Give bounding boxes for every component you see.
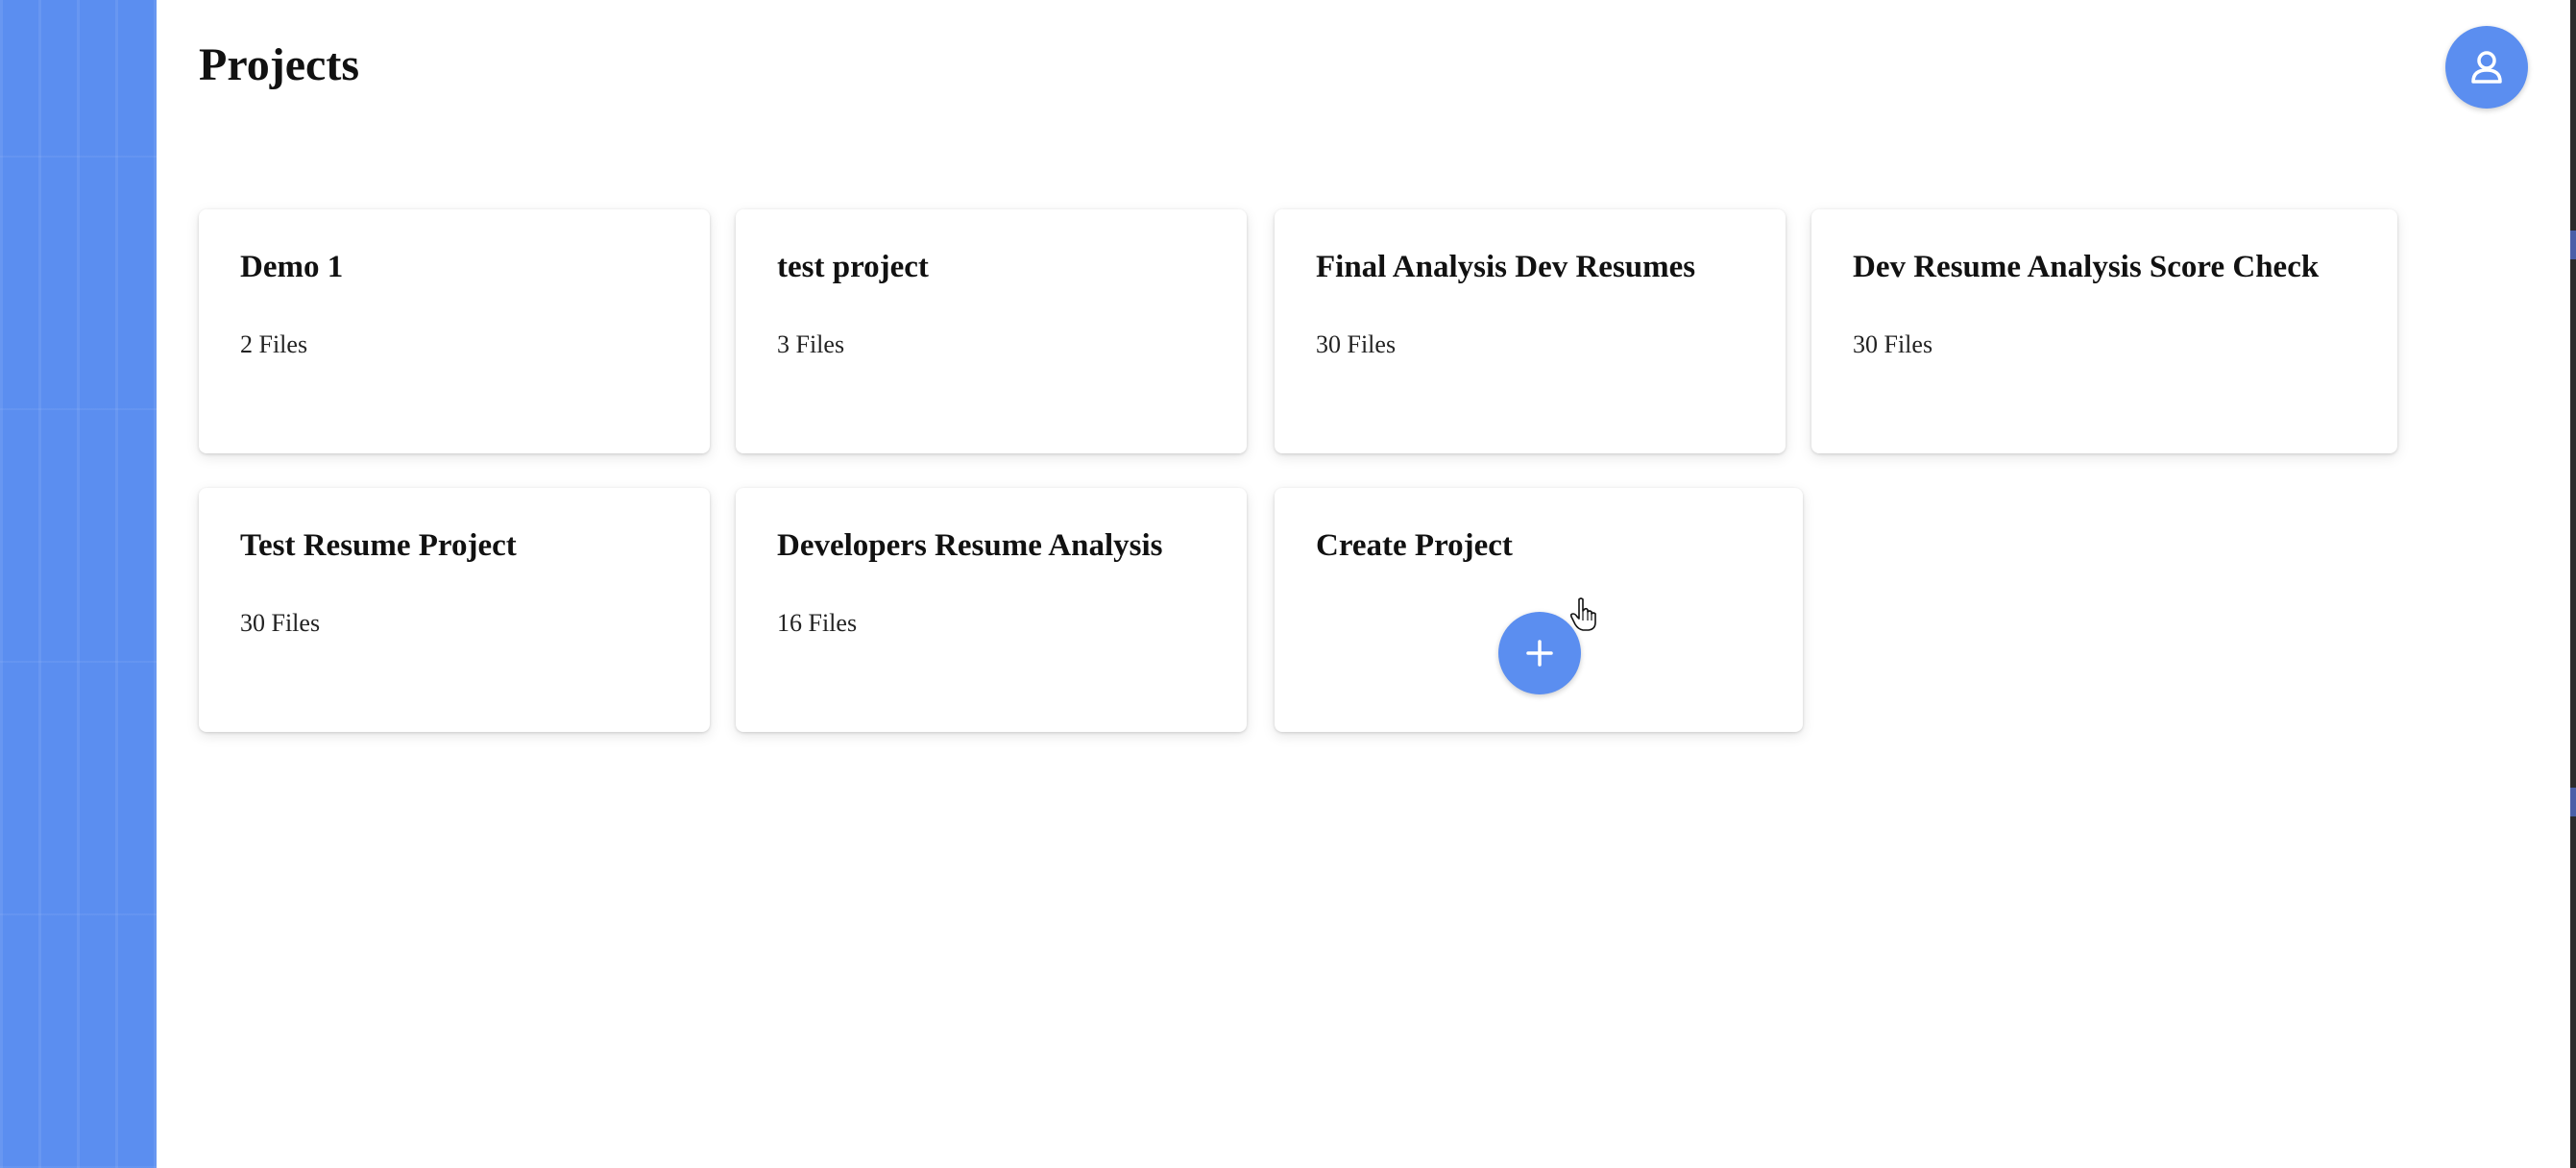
project-file-count: 16 Files (777, 609, 858, 637)
project-file-count: 30 Files (1316, 330, 1397, 358)
project-name: Dev Resume Analysis Score Check (1853, 250, 2320, 284)
window-edge (2570, 0, 2576, 1168)
project-name: Developers Resume Analysis (777, 528, 1163, 563)
project-file-count: 30 Files (240, 609, 321, 637)
sidebar (0, 0, 157, 1168)
plus-icon (1526, 640, 1553, 667)
project-card[interactable]: Final Analysis Dev Resumes 30 Files (1275, 209, 1786, 453)
project-file-count: 30 Files (1853, 330, 1933, 358)
user-icon (2471, 51, 2502, 84)
project-name: test project (777, 250, 929, 284)
project-card[interactable]: Dev Resume Analysis Score Check 30 Files (1811, 209, 2397, 453)
project-file-count: 2 Files (240, 330, 308, 358)
hand-pointer-cursor-icon (1569, 597, 1596, 631)
project-card[interactable]: Test Resume Project 30 Files (199, 488, 710, 732)
project-card[interactable]: Developers Resume Analysis 16 Files (736, 488, 1247, 732)
create-project-card[interactable]: Create Project (1275, 488, 1803, 732)
project-name: Final Analysis Dev Resumes (1316, 250, 1696, 284)
project-name: Demo 1 (240, 250, 344, 284)
create-project-label: Create Project (1316, 528, 1513, 563)
project-file-count: 3 Files (777, 330, 845, 358)
project-card[interactable]: test project 3 Files (736, 209, 1247, 453)
user-avatar-button[interactable] (2445, 26, 2528, 109)
page-title: Projects (199, 39, 360, 90)
project-name: Test Resume Project (240, 528, 517, 563)
project-card[interactable]: Demo 1 2 Files (199, 209, 710, 453)
